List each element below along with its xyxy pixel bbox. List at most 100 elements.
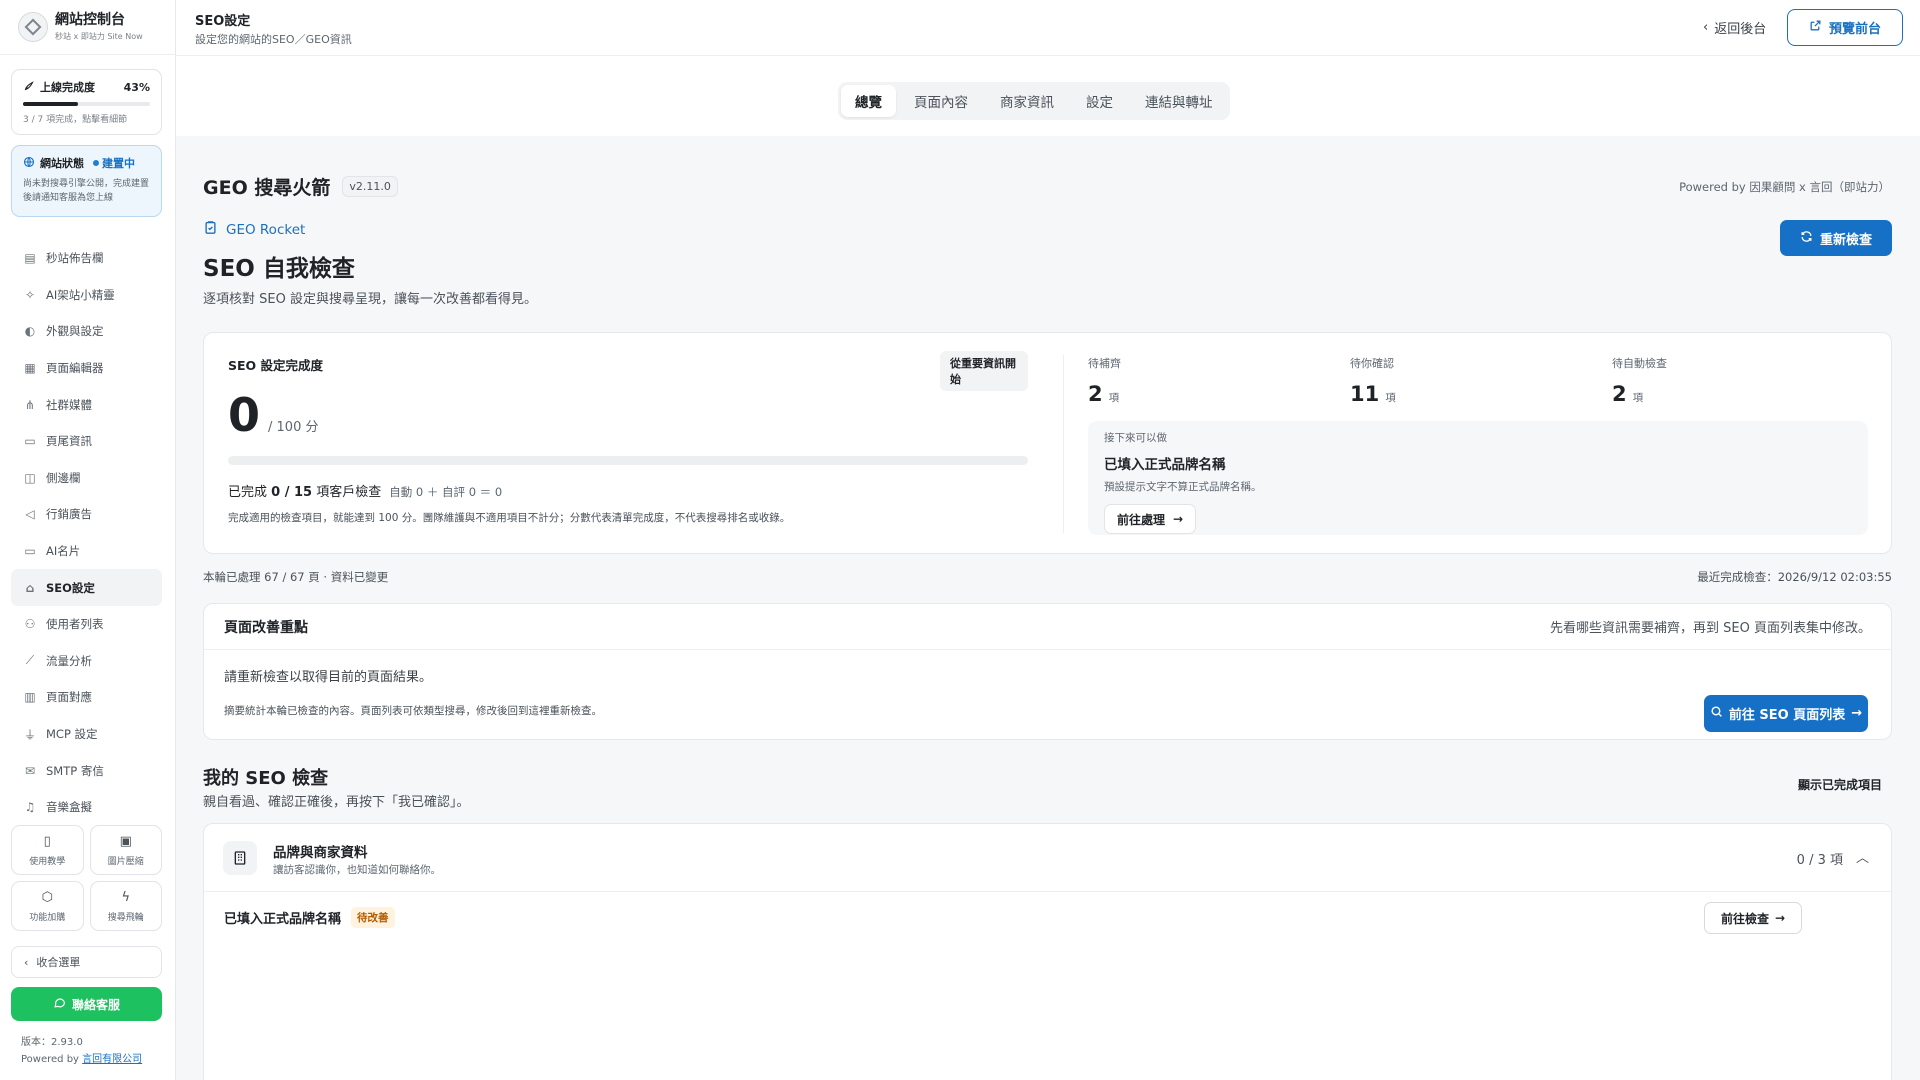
stat-unit: 項 [1632, 392, 1644, 404]
sidebar-item[interactable]: ▥ 頁面對應 [11, 679, 162, 716]
site-status-title: 網站狀態 [40, 157, 84, 170]
completed-count: 0 / 15 [271, 485, 313, 500]
show-completed-toggle[interactable]: 顯示已完成項目 [1798, 776, 1882, 793]
chevron-left-icon: ‹ [24, 955, 29, 969]
tab[interactable]: 連結與轉址 [1131, 85, 1227, 117]
tab[interactable]: 總覽 [841, 85, 896, 117]
brand-logo-icon [18, 12, 48, 42]
sidebar-item[interactable]: ✉ SMTP 寄信 [11, 752, 162, 789]
geo-rocket-label: GEO Rocket [203, 220, 305, 239]
quick-tile[interactable]: ▣ 圖片壓縮 [89, 825, 162, 875]
sidebar-item-label: 音樂盒擬 [46, 800, 92, 815]
sidebar-item[interactable]: ▭ AI名片 [11, 533, 162, 570]
sidebar-item[interactable]: ◁ 行銷廣告 [11, 496, 162, 533]
stat-unit: 項 [1108, 392, 1120, 404]
go-seo-page-list-button[interactable]: 前往 SEO 頁面列表 → [1704, 695, 1868, 732]
tab[interactable]: 頁面內容 [900, 85, 982, 117]
search-icon [1710, 705, 1723, 722]
sidebar-item[interactable]: ⟋ 流量分析 [11, 643, 162, 680]
completed-suffix: 項客戶檢查 [316, 485, 382, 500]
map-icon: ▥ [24, 690, 36, 705]
stat-label: 待你確認 [1350, 357, 1394, 370]
quick-tile[interactable]: ▯ 使用教學 [11, 825, 84, 875]
next-step-label: 接下來可以做 [1104, 432, 1167, 444]
go-handle-button[interactable]: 前往處理 → [1104, 504, 1197, 534]
recheck-button[interactable]: 重新檢查 [1780, 220, 1892, 256]
megaphone-icon: ◁ [25, 507, 35, 522]
refresh-icon [1800, 230, 1813, 247]
stat: 待補齊 2 項 [1088, 355, 1350, 406]
last-check-time: 最近完成檢查：2026/9/12 02:03:55 [1697, 570, 1892, 584]
brand-section-header[interactable]: 品牌與商家資料 讓訪客認識你，也知道如何聯絡你。 0 / 3 項 ︿ [204, 824, 1891, 892]
sidebar-item-label: 頁面對應 [46, 690, 92, 705]
launch-progress-card[interactable]: 上線完成度 43% 3 / 7 項完成，點擊看細節 [11, 69, 162, 135]
quick-tiles: ▯ 使用教學 ▣ 圖片壓縮 ⬡ 功能加購 ϟ 搜尋飛輪 [11, 825, 162, 931]
processed-pages: 本輪已處理 67 / 67 頁 · 資料已變更 [203, 570, 389, 584]
divider [1063, 355, 1064, 533]
status-stats: 待補齊 2 項待你確認 11 項待自動檢查 2 項 [1088, 355, 1874, 406]
quick-tile[interactable]: ⬡ 功能加購 [11, 881, 84, 931]
quick-tile[interactable]: ϟ 搜尋飛輪 [89, 881, 162, 931]
launch-progress-percent: 43% [123, 80, 150, 94]
powered-prefix: Powered by [21, 1054, 79, 1065]
sidebar-item[interactable]: ⌂ SEO設定 [11, 569, 162, 606]
chat-icon [53, 996, 66, 1012]
page-subtitle: 設定您的網站的SEO／GEO資訊 [195, 33, 352, 46]
site-status-badge: 建置中 [93, 155, 135, 171]
site-status-card[interactable]: 網站狀態 建置中 尚未對搜尋引擎公開，完成建置後請通知客服為您上線 [11, 145, 162, 217]
rocket-icon: ⌂ [25, 580, 35, 595]
mail-icon: ✉ [24, 763, 36, 778]
my-seo-check-title: 我的 SEO 檢查 [203, 768, 329, 789]
sidebar-item[interactable]: ⚇ 使用者列表 [11, 606, 162, 643]
score-label: SEO 設定完成度 [228, 358, 324, 373]
contact-support-button[interactable]: 聯絡客服 [11, 987, 162, 1021]
brand-info-section: 品牌與商家資料 讓訪客認識你，也知道如何聯絡你。 0 / 3 項 ︿ 已填入正式… [203, 823, 1892, 1080]
sidebar-item[interactable]: ✧ AI架站小精靈 [11, 277, 162, 314]
needs-improvement-badge: 待改善 [351, 907, 395, 928]
completed-prefix: 已完成 [228, 485, 268, 500]
arrow-right-icon: → [1774, 911, 1786, 925]
sidebar-item[interactable]: ▤ 秒站佈告欄 [11, 240, 162, 277]
collapse-menu-label: 收合選單 [36, 956, 81, 969]
brand[interactable]: 網站控制台 秒站 x 即站力 Site Now [0, 0, 175, 55]
sidebar-item[interactable]: ▭ 頁尾資訊 [11, 423, 162, 460]
go-handle-label: 前往處理 [1117, 512, 1166, 527]
sidebar-item[interactable]: ⋔ 社群媒體 [11, 386, 162, 423]
sidebar-item[interactable]: ◐ 外觀與設定 [11, 313, 162, 350]
page-improvement-card: 頁面改善重點 先看哪些資訊需要補齊，再到 SEO 頁面列表集中修改。 請重新檢查… [203, 603, 1892, 740]
completed-breakdown: 自動 0 ＋ 自評 0 ＝ 0 [389, 485, 503, 499]
score-note: 完成適用的檢查項目，就能達到 100 分。團隊維護與不適用項目不計分；分數代表清… [228, 512, 791, 524]
chevron-up-icon[interactable]: ︿ [1856, 847, 1869, 866]
sidebar-item-label: 秒站佈告欄 [46, 251, 104, 266]
tab[interactable]: 設定 [1072, 85, 1127, 117]
users-icon: ⚇ [24, 617, 36, 632]
sidebar-item-label: MCP 設定 [46, 727, 98, 742]
quick-tile-label: 使用教學 [29, 856, 66, 867]
back-to-admin-link[interactable]: ‹ 返回後台 [1703, 18, 1766, 37]
improvement-note: 摘要統計本輪已檢查的內容。頁面列表可依類型搜尋，修改後回到這裡重新檢查。 [224, 705, 602, 717]
stat-value: 2 [1088, 382, 1103, 406]
tab[interactable]: 商家資訊 [986, 85, 1068, 117]
sidebar-item[interactable]: ◫ 側邊欄 [11, 460, 162, 497]
preview-frontend-button[interactable]: 預覽前台 [1787, 9, 1903, 46]
stat-value: 2 [1612, 382, 1627, 406]
stat-unit: 項 [1385, 392, 1396, 404]
contact-support-label: 聯絡客服 [71, 997, 120, 1012]
quick-tile-label: 搜尋飛輪 [107, 912, 144, 923]
improvement-message: 請重新檢查以取得目前的頁面結果。 [224, 670, 433, 685]
go-check-button[interactable]: 前往檢查 → [1704, 902, 1802, 934]
sidebar-item[interactable]: ♫ 音樂盒擬 [11, 789, 162, 826]
company-link[interactable]: 言回有限公司 [82, 1054, 142, 1065]
next-step-note: 預設提示文字不算正式品牌名稱。 [1104, 481, 1262, 493]
layout-icon: ▦ [24, 361, 36, 376]
collapse-menu-button[interactable]: ‹ 收合選單 [11, 946, 162, 978]
building-icon [223, 841, 257, 875]
sidebar-item[interactable]: ▦ 頁面編輯器 [11, 350, 162, 387]
sidebar-item-label: AI名片 [46, 544, 81, 559]
check-item-title: 已填入正式品牌名稱 [224, 912, 342, 927]
palette-icon: ◐ [24, 324, 36, 339]
external-link-icon [1809, 19, 1822, 36]
footer-icon: ▭ [24, 434, 36, 449]
section-tabs: 總覽 頁面內容 商家資訊 設定 連結與轉址 [838, 82, 1230, 120]
sidebar-item[interactable]: ⏚ MCP 設定 [11, 716, 162, 753]
